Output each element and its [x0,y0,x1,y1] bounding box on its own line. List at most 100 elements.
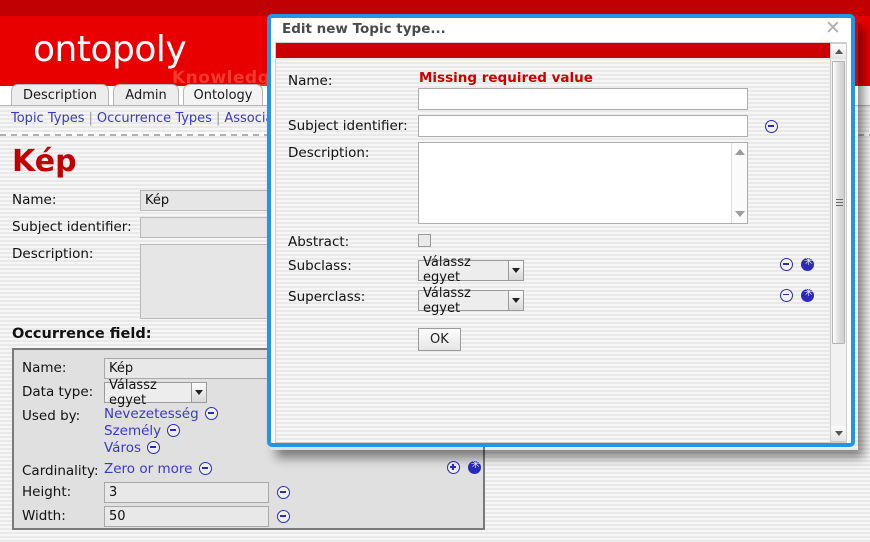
remove-icon[interactable] [277,510,290,523]
superclass-value: Válassz egyet [423,285,471,316]
remove-icon[interactable] [167,424,181,437]
remove-icon[interactable] [765,120,778,133]
validation-error-message: Missing required value [419,70,593,86]
occ-usedby-label: Used by: [22,408,81,424]
dialog-superclass-label: Superclass: [288,288,366,305]
create-new-icon[interactable] [468,458,482,474]
dialog-superclass-field: Válassz egyet [418,286,815,316]
scrollbar-grip-icon [836,198,843,207]
create-new-icon[interactable] [801,255,815,271]
tab-ontology-label: Ontology [193,88,253,103]
subclass-select[interactable]: Válassz egyet [418,255,524,285]
occ-datatype-label: Data type: [22,384,94,400]
create-new-icon[interactable] [801,286,815,302]
dialog-name-input[interactable] [418,88,748,110]
scrollbar-thumb[interactable] [832,61,845,344]
dialog-form: Name: Missing required value Subject ide… [288,70,828,356]
dialog-row-description: Description: [288,142,828,224]
superclass-select[interactable]: Válassz egyet [418,286,524,316]
dialog-description-field [418,142,748,224]
dialog-row-subclass: Subclass: Válassz egyet [288,255,828,285]
occ-usedby-list: Nevezetesség Személy Város [104,406,220,457]
occ-cardinality-value-wrap: Zero or more [104,461,214,477]
occurrence-field-heading: Occurrence field: [12,326,152,342]
remove-icon[interactable] [198,462,212,475]
scroll-up-icon[interactable] [831,44,846,59]
dialog-row-superclass: Superclass: Válassz egyet [288,286,828,316]
dialog-body: Name: Missing required value Subject ide… [275,42,847,443]
dialog-subject-identifier-input[interactable] [418,115,748,137]
dialog-scrollbar[interactable] [830,43,847,442]
dialog-description-label: Description: [288,145,370,161]
occurrence-add-controls [445,458,483,476]
scroll-up-icon[interactable] [735,149,745,155]
scroll-down-icon[interactable] [735,211,745,217]
subject-identifier-label: Subject identifier: [12,219,132,235]
occ-height-input[interactable] [104,482,269,503]
remove-icon[interactable] [780,288,793,302]
subnav-link-occurrence-types[interactable]: Occurrence Types [97,111,212,126]
remove-icon[interactable] [147,441,161,454]
tab-admin-label: Admin [125,88,167,103]
dialog-subject-identifier-field [418,115,778,137]
dialog-titlebar[interactable]: Edit new Topic type... ✕ [271,18,851,42]
ok-button[interactable]: OK [418,328,461,351]
occ-cardinality-label: Cardinality: [22,463,99,479]
occ-name-label: Name: [22,360,67,376]
remove-icon[interactable] [204,407,218,420]
occ-height-label: Height: [22,484,72,500]
ontopoly-logo: ontopoly [33,29,187,70]
usedby-link-varos[interactable]: Város [104,440,141,456]
dialog-row-subject-identifier: Subject identifier: [288,115,828,137]
usedby-link-szemely[interactable]: Személy [104,423,161,439]
occ-name-input[interactable] [104,358,269,379]
occ-datatype-select[interactable]: Válassz egyet [104,378,207,408]
close-icon[interactable]: ✕ [823,19,843,39]
occ-width-label: Width: [22,508,66,524]
dialog-name-label: Name: [288,73,333,89]
dialog-row-name: Name: Missing required value [288,70,828,110]
abstract-checkbox[interactable] [418,234,431,247]
dialog-subject-identifier-label: Subject identifier: [288,118,408,134]
chevron-down-icon[interactable] [507,291,523,310]
subnav-separator-1: | [88,111,93,126]
tab-description[interactable]: Description [11,84,109,106]
dialog-red-header-bar [276,43,846,58]
usedby-item-2: Személy [104,423,220,440]
occ-width-input[interactable] [104,506,269,527]
subnav-separator-2: | [215,111,221,126]
remove-icon[interactable] [780,258,793,271]
dialog-subclass-field: Válassz egyet [418,255,815,285]
remove-icon[interactable] [277,486,290,499]
subclass-value: Válassz egyet [423,255,471,285]
tab-description-label: Description [22,88,98,103]
usedby-item-1: Nevezetesség [104,406,220,423]
dialog-abstract-label: Abstract: [288,234,350,250]
dialog-title: Edit new Topic type... [282,21,446,37]
textarea-scrollbar[interactable] [731,143,747,223]
edit-topic-type-dialog: Edit new Topic type... ✕ Name: Missing r… [267,14,855,447]
dialog-actions-spacer [288,316,418,319]
occ-row-width: Width: [22,506,483,527]
scroll-down-icon[interactable] [831,426,846,441]
dialog-content: Name: Missing required value Subject ide… [276,58,846,442]
dialog-row-actions: OK [288,316,828,351]
add-icon[interactable] [447,461,460,474]
cardinality-link[interactable]: Zero or more [104,461,192,477]
usedby-link-nevezetesseg[interactable]: Nevezetesség [104,406,199,422]
tab-admin[interactable]: Admin [113,84,179,106]
dialog-row-abstract: Abstract: [288,231,828,250]
dialog-description-textarea[interactable] [419,143,732,223]
dialog-subclass-label: Subclass: [288,258,352,274]
name-label: Name: [12,192,57,208]
description-label: Description: [12,246,94,262]
page-title: Kép [12,144,77,179]
occ-row-height: Height: [22,482,483,503]
superclass-actions [778,286,816,304]
occ-datatype-value: Válassz egyet [109,377,157,408]
chevron-down-icon[interactable] [507,260,523,280]
chevron-down-icon[interactable] [191,383,206,402]
tab-ontology[interactable]: Ontology [183,84,263,106]
occ-row-cardinality: Cardinality: Zero or more [22,461,483,479]
subnav-link-topic-types[interactable]: Topic Types [11,111,84,126]
